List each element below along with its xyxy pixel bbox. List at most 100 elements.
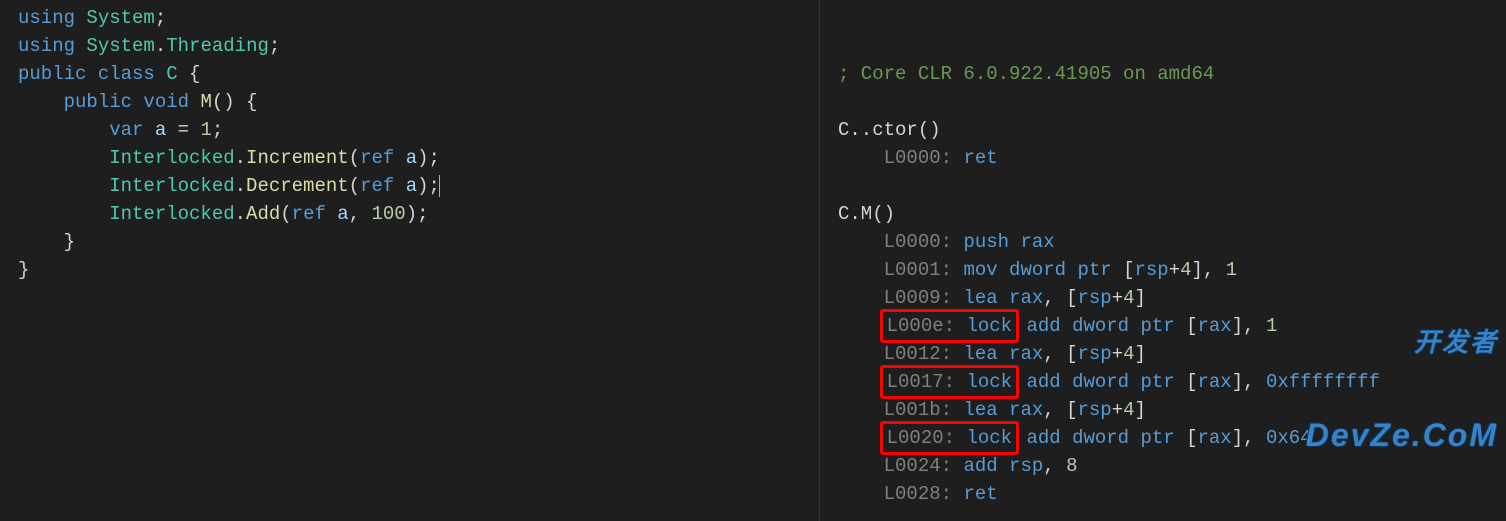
source-token: ( <box>349 175 360 197</box>
lock-highlight: L0020: lock <box>880 421 1019 455</box>
asm-line[interactable]: C..ctor() <box>838 116 1506 144</box>
asm-token <box>838 427 884 449</box>
asm-token: lock <box>966 427 1012 449</box>
asm-token: 1 <box>1266 315 1277 337</box>
asm-token: L0017: <box>887 371 967 393</box>
asm-token: L0028: <box>884 483 964 505</box>
source-token: ( <box>280 203 291 225</box>
asm-token: [ <box>1186 371 1197 393</box>
source-token: ; <box>212 119 223 141</box>
asm-line[interactable]: L001b: lea rax, [rsp+4] <box>838 396 1506 424</box>
source-token: M <box>200 91 211 113</box>
asm-token: rax <box>1020 231 1054 253</box>
source-token: . <box>155 35 166 57</box>
asm-token <box>838 315 884 337</box>
asm-token: 4 <box>1123 399 1134 421</box>
asm-token: lock <box>966 315 1012 337</box>
source-token: a <box>406 175 417 197</box>
asm-token: add <box>1015 371 1072 393</box>
asm-line[interactable]: L0020: lock add dword ptr [rax], 0x64 <box>838 424 1506 452</box>
source-token: Add <box>246 203 280 225</box>
source-line[interactable]: using System.Threading; <box>18 32 819 60</box>
asm-token: ret <box>963 483 997 505</box>
source-line[interactable]: } <box>18 256 819 284</box>
source-token: ref <box>360 175 406 197</box>
asm-line[interactable]: C.M() <box>838 200 1506 228</box>
asm-token: add <box>1015 315 1072 337</box>
asm-token: + <box>1112 399 1123 421</box>
asm-token: ], <box>1192 259 1226 281</box>
text-cursor <box>439 175 440 197</box>
source-token: a <box>155 119 178 141</box>
source-line[interactable]: public class C { <box>18 60 819 88</box>
source-line[interactable]: var a = 1; <box>18 116 819 144</box>
asm-token: add <box>963 455 1009 477</box>
asm-token <box>838 343 884 365</box>
asm-token: rax <box>1009 343 1043 365</box>
asm-token: rax <box>1198 427 1232 449</box>
asm-token: lea <box>963 343 1009 365</box>
asm-token <box>838 231 884 253</box>
source-line[interactable]: public void M() { <box>18 88 819 116</box>
source-token: , <box>349 203 372 225</box>
asm-token: rsp <box>1077 343 1111 365</box>
source-token: using <box>18 7 86 29</box>
source-token: ref <box>360 147 406 169</box>
source-token: Increment <box>246 147 349 169</box>
asm-token: ; Core CLR 6.0.922.41905 on amd64 <box>838 63 1214 85</box>
source-token: a <box>406 147 417 169</box>
asm-line[interactable]: ; Core CLR 6.0.922.41905 on amd64 <box>838 60 1506 88</box>
source-token: . <box>235 147 246 169</box>
asm-token: + <box>1112 287 1123 309</box>
asm-token: L0001: <box>884 259 964 281</box>
asm-token: L0009: <box>884 287 964 309</box>
source-line[interactable]: Interlocked.Increment(ref a); <box>18 144 819 172</box>
disassembly-pane[interactable]: ; Core CLR 6.0.922.41905 on amd64 C..cto… <box>820 0 1506 521</box>
asm-line[interactable]: L000e: lock add dword ptr [rax], 1 <box>838 312 1506 340</box>
asm-token: + <box>1169 259 1180 281</box>
source-token: 1 <box>200 119 211 141</box>
source-token: Interlocked <box>109 147 234 169</box>
source-line[interactable]: Interlocked.Add(ref a, 100); <box>18 200 819 228</box>
asm-line[interactable] <box>838 172 1506 200</box>
asm-token <box>838 287 884 309</box>
asm-token: lea <box>963 399 1009 421</box>
asm-line[interactable] <box>838 88 1506 116</box>
asm-token: L001b: <box>884 399 964 421</box>
asm-token: L000e: <box>887 315 967 337</box>
asm-token: C.M() <box>838 203 895 225</box>
asm-line[interactable]: L0009: lea rax, [rsp+4] <box>838 284 1506 312</box>
asm-token <box>838 371 884 393</box>
asm-token: ] <box>1135 399 1146 421</box>
asm-token: dword ptr <box>1009 259 1123 281</box>
asm-line[interactable]: L0012: lea rax, [rsp+4] <box>838 340 1506 368</box>
source-code-pane[interactable]: using System;using System.Threading;publ… <box>0 0 820 521</box>
asm-token: 0x64 <box>1266 427 1312 449</box>
source-line[interactable]: } <box>18 228 819 256</box>
asm-token: ret <box>963 147 997 169</box>
asm-token: push <box>963 231 1020 253</box>
asm-line[interactable]: L0024: add rsp, 8 <box>838 452 1506 480</box>
source-token: ); <box>406 203 429 225</box>
asm-line[interactable]: L0000: push rax <box>838 228 1506 256</box>
asm-token: ] <box>1135 287 1146 309</box>
asm-line[interactable]: L0017: lock add dword ptr [rax], 0xfffff… <box>838 368 1506 396</box>
source-token: } <box>18 231 75 253</box>
source-token <box>18 119 109 141</box>
source-line[interactable]: Interlocked.Decrement(ref a); <box>18 172 819 200</box>
asm-token: + <box>1112 343 1123 365</box>
asm-line[interactable]: L0001: mov dword ptr [rsp+4], 1 <box>838 256 1506 284</box>
source-token: ( <box>349 147 360 169</box>
asm-token <box>838 259 884 281</box>
asm-token: [ <box>1123 259 1134 281</box>
asm-token: lea <box>963 287 1009 309</box>
source-token: ref <box>292 203 338 225</box>
source-line[interactable]: using System; <box>18 4 819 32</box>
asm-token: C..ctor() <box>838 119 941 141</box>
asm-token: dword ptr <box>1072 371 1186 393</box>
asm-token: dword ptr <box>1072 315 1186 337</box>
source-token: System <box>86 35 154 57</box>
source-token <box>18 175 109 197</box>
asm-line[interactable]: L0000: ret <box>838 144 1506 172</box>
asm-line[interactable]: L0028: ret <box>838 480 1506 508</box>
